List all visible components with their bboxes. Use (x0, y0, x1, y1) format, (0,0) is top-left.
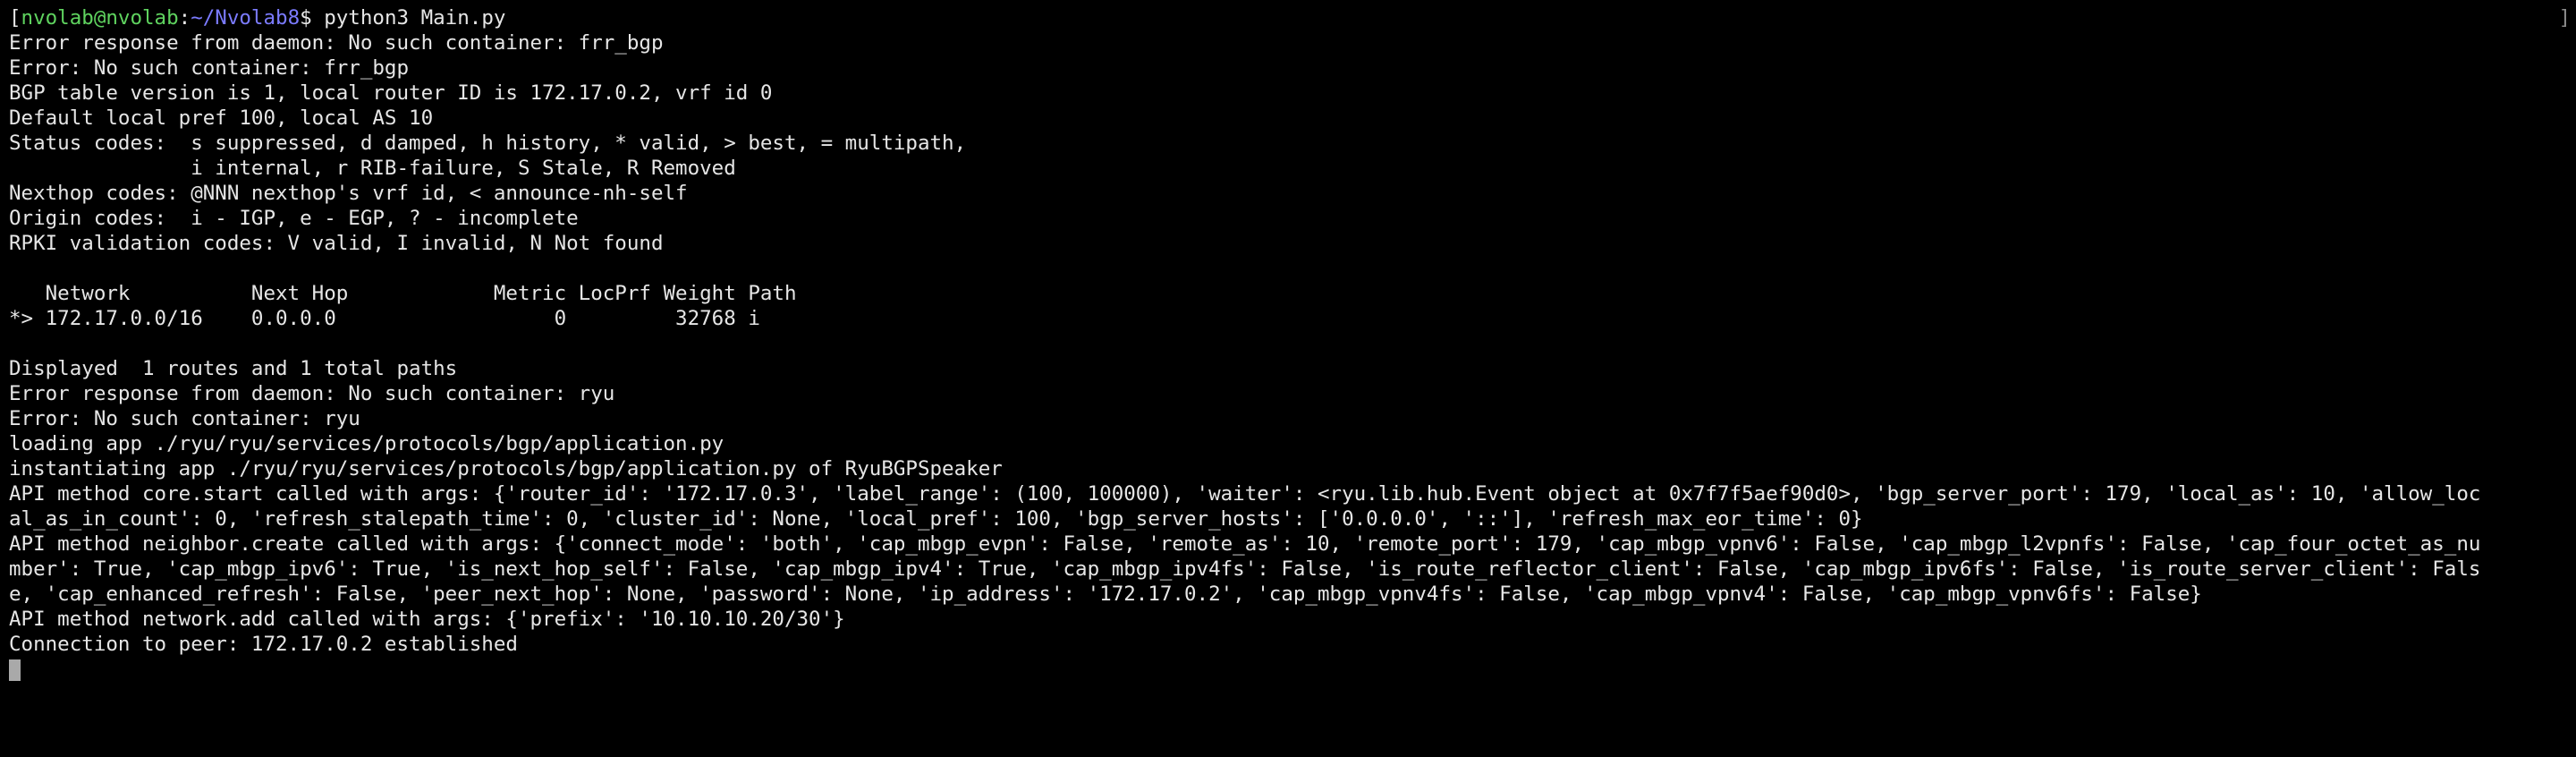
prompt-line: [nvolab@nvolab:~/Nvolab8$ python3 Main.p… (9, 6, 506, 30)
prompt-command: python3 Main.py (324, 6, 506, 30)
output-line: Displayed 1 routes and 1 total paths (9, 357, 458, 380)
output-line: Status codes: s suppressed, d damped, h … (9, 132, 967, 155)
output-line: mber': True, 'cap_mbgp_ipv6': True, 'is_… (9, 557, 2481, 581)
output-line: Error: No such container: frr_bgp (9, 56, 410, 80)
output-line: API method neighbor.create called with a… (9, 532, 2481, 556)
output-line: API method core.start called with args: … (9, 482, 2481, 506)
output-line: Origin codes: i - IGP, e - EGP, ? - inco… (9, 207, 579, 230)
output-line: Nexthop codes: @NNN nexthop's vrf id, < … (9, 182, 688, 205)
prompt-user-host: nvolab@nvolab (21, 6, 179, 30)
output-line: RPKI validation codes: V valid, I invali… (9, 232, 664, 255)
output-line: Default local pref 100, local AS 10 (9, 106, 434, 130)
bgp-table-header: Network Next Hop Metric LocPrf Weight Pa… (9, 282, 797, 305)
output-line: al_as_in_count': 0, 'refresh_stalepath_t… (9, 507, 1863, 531)
bgp-table-row: *> 172.17.0.0/16 0.0.0.0 0 32768 i (9, 307, 760, 330)
output-line: Connection to peer: 172.17.0.2 establish… (9, 633, 518, 656)
terminal-window[interactable]: ] [nvolab@nvolab:~/Nvolab8$ python3 Main… (0, 0, 2576, 757)
output-line: e, 'cap_enhanced_refresh': False, 'peer_… (9, 583, 2202, 606)
output-line: Error response from daemon: No such cont… (9, 31, 664, 55)
terminal-output: [nvolab@nvolab:~/Nvolab8$ python3 Main.p… (9, 5, 2562, 682)
output-line: instantiating app ./ryu/ryu/services/pro… (9, 457, 1003, 481)
prompt-separator: : (178, 6, 191, 30)
prompt-path: ~/Nvolab8 (191, 6, 301, 30)
input-line[interactable] (9, 657, 2562, 682)
output-line: Error: No such container: ryu (9, 407, 360, 430)
terminal-cursor (9, 659, 21, 681)
output-line: loading app ./ryu/ryu/services/protocols… (9, 432, 724, 455)
output-line: API method network.add called with args:… (9, 608, 845, 631)
output-line: BGP table version is 1, local router ID … (9, 81, 773, 105)
output-line: i internal, r RIB-failure, S Stale, R Re… (9, 157, 736, 180)
prompt-dollar: $ (300, 6, 325, 30)
output-line: Error response from daemon: No such cont… (9, 382, 615, 405)
